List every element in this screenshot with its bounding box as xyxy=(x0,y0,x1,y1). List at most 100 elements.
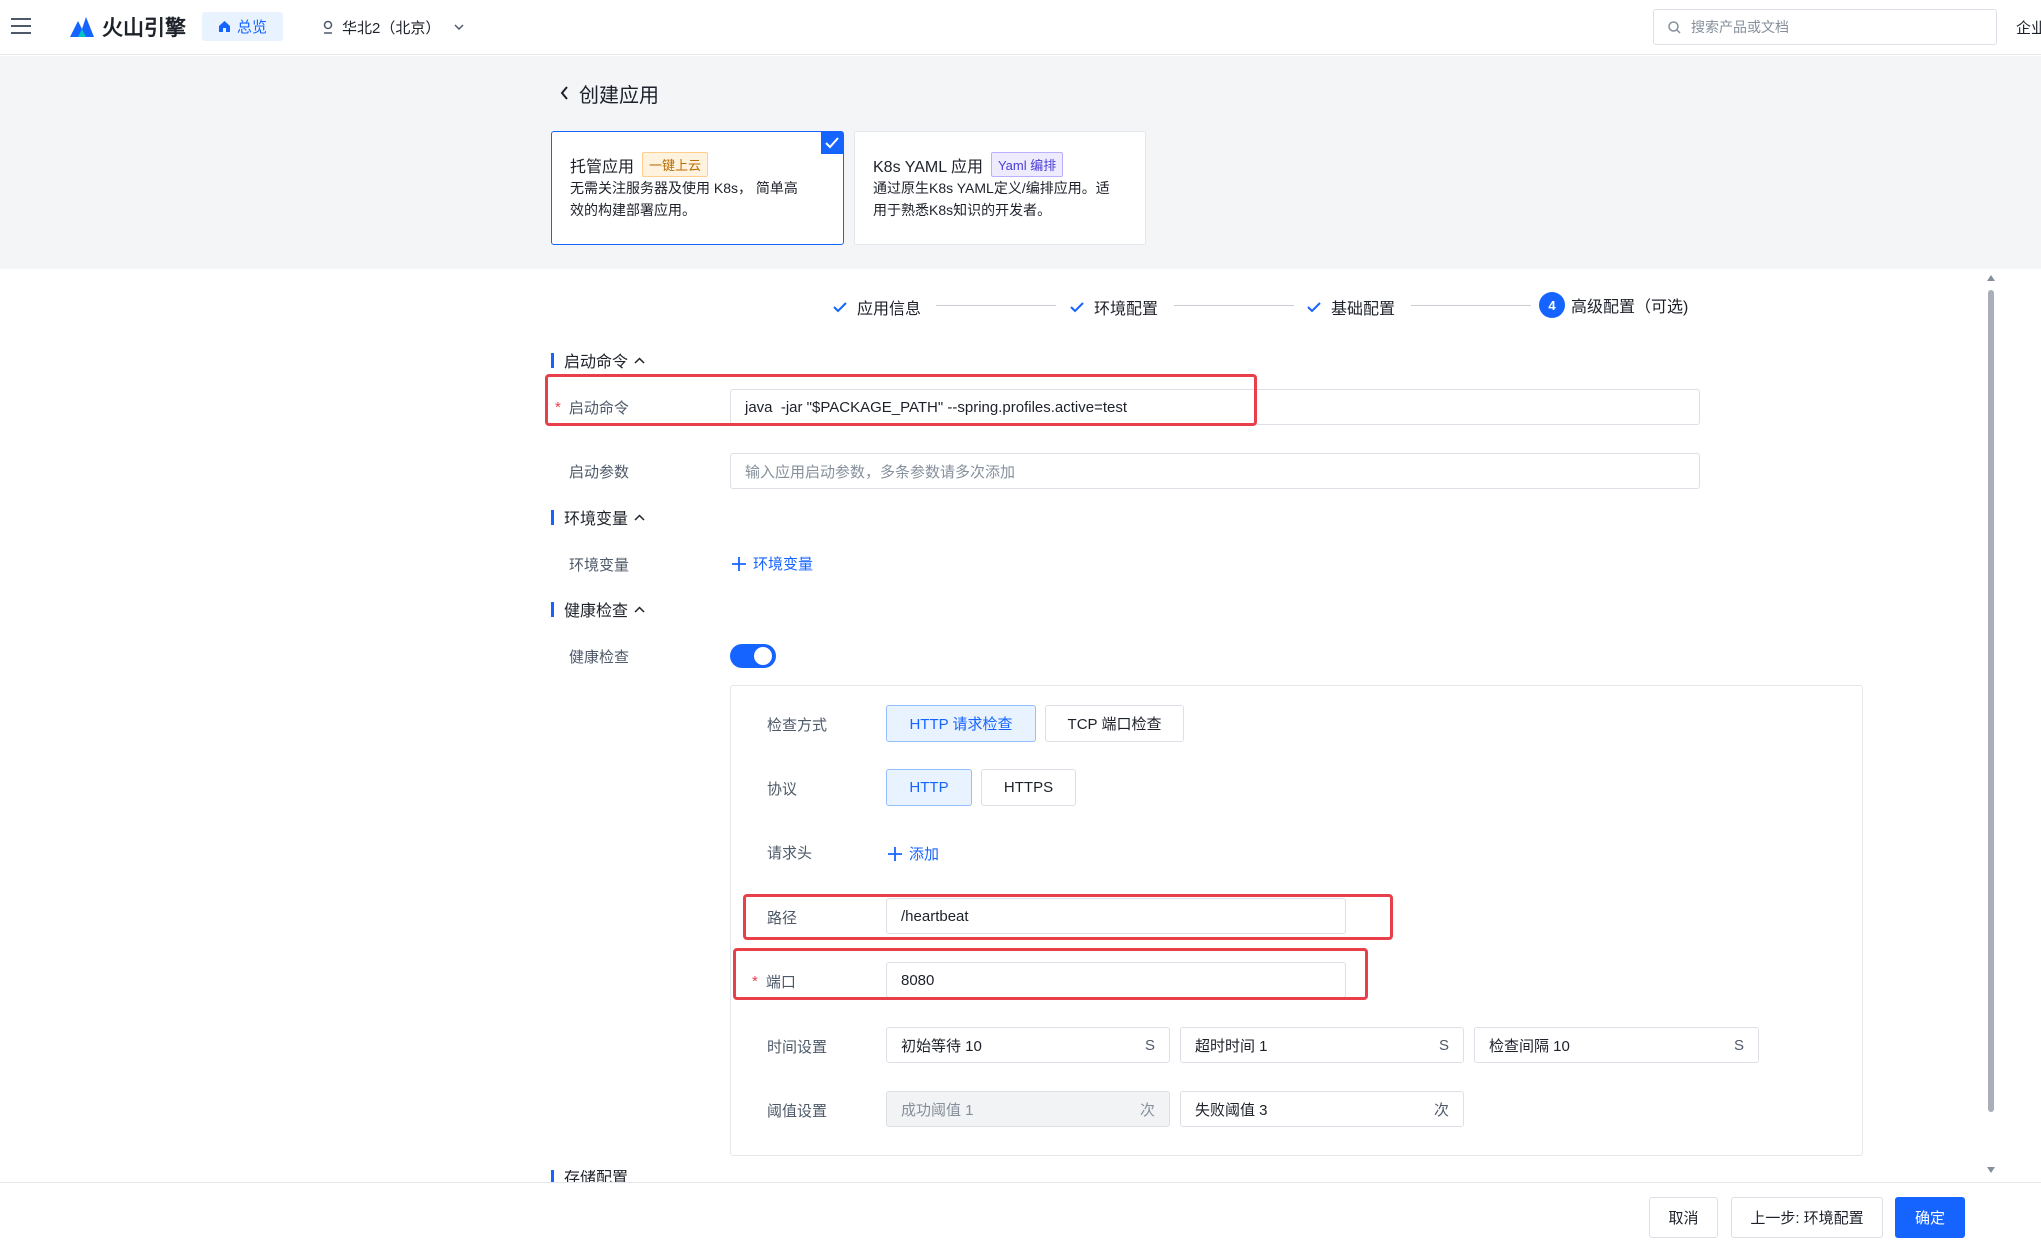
storage-section-header[interactable]: 存储配置 xyxy=(551,1170,628,1182)
step-number-badge: 4 xyxy=(1539,292,1565,318)
https-protocol-button[interactable]: HTTPS xyxy=(981,769,1076,806)
cancel-button[interactable]: 取消 xyxy=(1649,1197,1718,1238)
chevron-up-icon xyxy=(634,605,645,613)
failure-threshold-input[interactable]: 失败阈值 3 次 xyxy=(1180,1091,1464,1127)
step-connector xyxy=(1174,305,1294,306)
time-settings-label: 时间设置 xyxy=(767,1039,828,1056)
add-env-var-label: 环境变量 xyxy=(753,556,814,573)
startup-section-header[interactable]: 启动命令 xyxy=(551,348,645,372)
chevron-down-icon xyxy=(454,24,464,30)
card-title: K8s YAML 应用 xyxy=(873,158,983,176)
check-interval-input[interactable]: 检查间隔 10 S xyxy=(1474,1027,1759,1063)
threshold-settings-label: 阈值设置 xyxy=(767,1103,828,1120)
scrollbar-thumb[interactable] xyxy=(1988,290,1994,1112)
scroll-down-arrow-icon xyxy=(1987,1167,1995,1173)
search-box[interactable]: 搜索产品或文档 xyxy=(1653,9,1997,45)
header-label: 请求头 xyxy=(767,845,813,862)
protocol-label: 协议 xyxy=(767,781,798,798)
scrollbar-track[interactable] xyxy=(1986,274,1996,1174)
back-button[interactable]: 创建应用 xyxy=(560,78,659,108)
health-check-toggle[interactable] xyxy=(730,644,776,668)
section-marker xyxy=(551,509,554,525)
plus-icon xyxy=(732,556,746,571)
step-2: 环境配置 xyxy=(1070,295,1158,319)
method-label: 检查方式 xyxy=(767,717,828,734)
step-4: 4 高级配置（可选) xyxy=(1539,292,1688,318)
region-label: 华北2（北京） xyxy=(342,19,441,37)
startup-args-placeholder: 输入应用启动参数，多条参数请多次添加 xyxy=(745,463,1016,481)
card-desc-line1: 无需关注服务器及使用 K8s， 简单高 xyxy=(570,180,798,196)
step-label: 应用信息 xyxy=(857,301,922,318)
unit-suffix: S xyxy=(1438,1036,1449,1054)
tcp-check-button[interactable]: TCP 端口检查 xyxy=(1045,705,1184,742)
step-connector xyxy=(936,305,1056,306)
check-icon xyxy=(1307,301,1321,312)
initial-delay-input[interactable]: 初始等待 10 S xyxy=(886,1027,1170,1063)
unit-suffix: S xyxy=(1144,1036,1155,1054)
card-desc-line1: 通过原生K8s YAML定义/编排应用。适 xyxy=(873,180,1110,196)
enterprise-link[interactable]: 企业 xyxy=(2016,17,2041,38)
unit-suffix: 次 xyxy=(1433,1101,1449,1119)
unit-suffix: 次 xyxy=(1139,1101,1155,1119)
k8s-yaml-app-card[interactable]: K8s YAML 应用 Yaml 编排 通过原生K8s YAML定义/编排应用。… xyxy=(854,131,1146,245)
confirm-button[interactable]: 确定 xyxy=(1895,1197,1965,1238)
step-label: 基础配置 xyxy=(1331,301,1396,318)
unit-suffix: S xyxy=(1733,1036,1744,1054)
hosted-app-card[interactable]: 托管应用 一键上云 无需关注服务器及使用 K8s， 简单高 效的构建部署应用。 xyxy=(551,131,844,245)
brand-logo[interactable]: 火山引擎 xyxy=(68,12,186,42)
volcano-logo-icon xyxy=(70,17,94,37)
overview-button[interactable]: 总览 xyxy=(202,12,283,41)
card-title: 托管应用 xyxy=(570,158,635,176)
card-badge: Yaml 编排 xyxy=(990,152,1064,177)
step-connector xyxy=(1411,305,1531,306)
scroll-up-arrow-icon xyxy=(1987,275,1995,281)
previous-step-button[interactable]: 上一步: 环境配置 xyxy=(1731,1197,1883,1238)
region-selector[interactable]: 华北2（北京） xyxy=(322,12,464,42)
step-1: 应用信息 xyxy=(833,295,921,319)
section-title: 环境变量 xyxy=(564,511,629,528)
overview-label: 总览 xyxy=(236,19,267,36)
highlight-box xyxy=(743,894,1393,940)
check-icon xyxy=(1070,301,1084,312)
selected-check-icon xyxy=(821,132,843,154)
step-label: 高级配置（可选) xyxy=(1571,299,1689,316)
env-label: 环境变量 xyxy=(569,557,630,574)
section-title: 启动命令 xyxy=(564,354,629,371)
highlight-box xyxy=(733,948,1368,1000)
step-3: 基础配置 xyxy=(1307,295,1395,319)
card-badge: 一键上云 xyxy=(642,152,709,177)
chevron-up-icon xyxy=(634,356,645,364)
success-threshold-input[interactable]: 成功阈值 1 次 xyxy=(886,1091,1170,1127)
health-section-header[interactable]: 健康检查 xyxy=(551,597,645,621)
chevron-left-icon xyxy=(560,86,568,100)
section-marker xyxy=(551,1170,554,1182)
card-desc-line2: 用于熟悉K8s知识的开发者。 xyxy=(873,202,1052,218)
add-header-label: 添加 xyxy=(909,846,940,863)
card-desc-line2: 效的构建部署应用。 xyxy=(570,202,696,218)
plus-icon xyxy=(888,846,902,861)
startup-args-label: 启动参数 xyxy=(569,464,630,481)
http-protocol-button[interactable]: HTTP xyxy=(886,769,972,806)
search-icon xyxy=(1668,20,1681,34)
page-title: 创建应用 xyxy=(579,84,659,107)
menu-icon[interactable] xyxy=(11,17,31,35)
brand-name: 火山引擎 xyxy=(102,17,186,40)
section-marker xyxy=(551,352,554,368)
location-icon xyxy=(323,20,333,34)
env-section-header[interactable]: 环境变量 xyxy=(551,505,645,529)
startup-args-input[interactable]: 输入应用启动参数，多条参数请多次添加 xyxy=(730,453,1700,489)
check-icon xyxy=(833,301,847,312)
add-header-button[interactable]: 添加 xyxy=(888,843,939,864)
chevron-up-icon xyxy=(634,513,645,521)
section-title: 存储配置 xyxy=(564,1170,629,1182)
health-toggle-label: 健康检查 xyxy=(569,649,630,666)
section-marker xyxy=(551,601,554,617)
search-placeholder: 搜索产品或文档 xyxy=(1691,19,1789,35)
step-label: 环境配置 xyxy=(1094,301,1159,318)
section-title: 健康检查 xyxy=(564,603,629,620)
highlight-box xyxy=(545,374,1257,426)
timeout-input[interactable]: 超时时间 1 S xyxy=(1180,1027,1464,1063)
http-check-button[interactable]: HTTP 请求检查 xyxy=(886,705,1036,742)
add-env-var-button[interactable]: 环境变量 xyxy=(732,553,813,574)
home-icon xyxy=(218,21,230,32)
